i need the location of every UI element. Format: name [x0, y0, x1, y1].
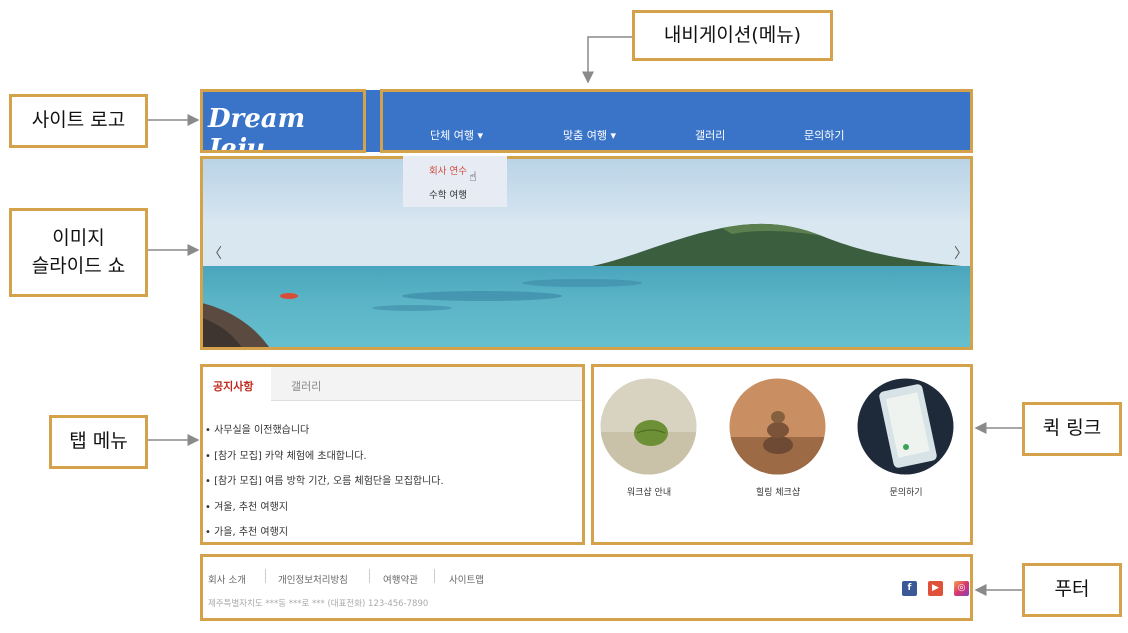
footer-divider — [434, 569, 435, 583]
notice-item[interactable]: • 사무실을 이전했습니다 — [205, 421, 309, 436]
frame-logo — [200, 89, 366, 153]
quicklink-label-healing[interactable]: 힐링 체크샵 — [728, 485, 828, 498]
callout-tabmenu: 탭 메뉴 — [49, 415, 148, 469]
footer-link-about[interactable]: 회사 소개 — [208, 572, 246, 586]
facebook-icon[interactable]: f — [902, 581, 917, 596]
arrow-navigation — [582, 36, 632, 84]
dropdown-item-company-training[interactable]: 회사 연수 — [429, 163, 467, 177]
nav-item-custom-tour[interactable]: 맞춤 여행 ▾ — [563, 127, 616, 143]
dropdown-item-school-trip[interactable]: 수학 여행 — [429, 187, 467, 201]
callout-tabmenu-text: 탭 메뉴 — [69, 430, 128, 453]
quicklink-image-leaf[interactable] — [599, 377, 698, 476]
instagram-icon[interactable]: ◎ — [954, 581, 969, 596]
quicklink-label-workshop[interactable]: 워크샵 안내 — [599, 485, 699, 498]
footer-link-terms[interactable]: 여행약관 — [383, 572, 418, 586]
notice-text: 겨울, 추천 여행지 — [214, 502, 289, 513]
nav-label: 맞춤 여행 — [563, 129, 607, 142]
nav-label: 단체 여행 — [430, 129, 474, 142]
notice-text: 가을, 추천 여행지 — [214, 527, 289, 538]
quicklink-label-contact[interactable]: 문의하기 — [856, 485, 956, 498]
notice-text: 사무실을 이전했습니다 — [214, 425, 310, 436]
frame-slideshow — [200, 156, 973, 350]
footer-divider — [369, 569, 370, 583]
callout-navigation: 내비게이션(메뉴) — [632, 10, 833, 61]
footer-link-privacy[interactable]: 개인정보처리방침 — [278, 572, 348, 586]
pointer-cursor-icon: ☝ — [469, 170, 477, 185]
callout-slideshow-line1: 이미지 — [52, 226, 105, 249]
nav-item-gallery[interactable]: 갤러리 — [695, 127, 725, 143]
notice-item[interactable]: • [참가 모집] 여름 방학 기간, 오름 체험단을 모집합니다. — [205, 472, 444, 487]
youtube-icon[interactable]: ▶ — [928, 581, 943, 596]
notice-item[interactable]: • 가을, 추천 여행지 — [205, 523, 288, 538]
quicklink-image-stones[interactable] — [728, 377, 827, 476]
tab-notice[interactable]: 공지사항 — [203, 367, 271, 401]
tab-gallery[interactable]: 갤러리 — [291, 378, 321, 394]
footer-address: 제주특별자치도 ***동 ***로 *** (대표전화) 123-456-789… — [208, 599, 429, 609]
callout-quicklink: 퀵 링크 — [1022, 402, 1122, 456]
nav-item-group-tour[interactable]: 단체 여행 ▾ — [430, 127, 483, 143]
footer-divider — [265, 569, 266, 583]
callout-quicklink-text: 퀵 링크 — [1042, 417, 1102, 440]
callout-logo-text: 사이트 로고 — [31, 109, 126, 132]
tab-notice-label: 공지사항 — [213, 380, 254, 393]
callout-navigation-text: 내비게이션(메뉴) — [663, 23, 802, 46]
footer-link-sitemap[interactable]: 사이트맵 — [449, 572, 484, 586]
callout-slideshow-line2: 슬라이드 쇼 — [31, 254, 126, 277]
nav-item-contact[interactable]: 문의하기 — [804, 127, 844, 143]
callout-slideshow: 이미지 슬라이드 쇼 — [9, 208, 148, 297]
notice-text: [참가 모집] 여름 방학 기간, 오름 체험단을 모집합니다. — [214, 476, 444, 487]
callout-footer: 푸터 — [1022, 563, 1122, 617]
callout-logo: 사이트 로고 — [9, 94, 148, 148]
callout-footer-text: 푸터 — [1054, 578, 1090, 601]
notice-text: [참가 모집] 카약 체험에 초대합니다. — [214, 451, 367, 462]
notice-item[interactable]: • [참가 모집] 카약 체험에 초대합니다. — [205, 447, 367, 462]
frame-navigation — [380, 89, 973, 153]
nav-dropdown: 회사 연수 수학 여행 ☝ — [403, 156, 507, 207]
quicklink-image-phone[interactable] — [856, 377, 955, 476]
frame-footer — [200, 554, 973, 621]
notice-item[interactable]: • 겨울, 추천 여행지 — [205, 498, 288, 513]
